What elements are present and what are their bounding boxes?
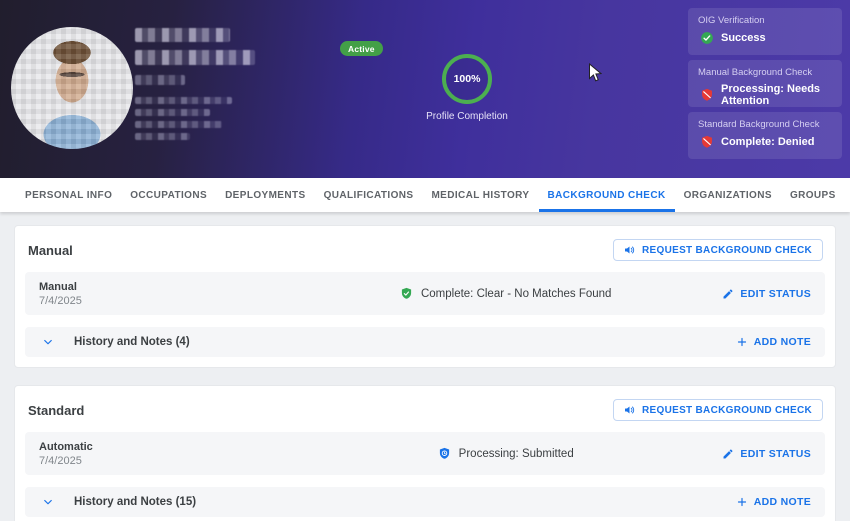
- standard-check-label: Standard Background Check: [698, 119, 820, 130]
- oig-verification-card: OIG Verification Success: [688, 8, 842, 55]
- shield-blocked-icon: [702, 88, 712, 101]
- status-badge: Active: [340, 41, 383, 56]
- pencil-icon: [723, 449, 733, 458]
- mouse-cursor: [589, 63, 602, 82]
- history-notes-row: History and Notes (15) ADD NOTE: [25, 487, 825, 517]
- campaign-icon: [625, 406, 635, 414]
- check-status-row: Manual 7/4/2025 Complete: Clear - No Mat…: [25, 272, 825, 315]
- manual-background-check-card: Manual Background Check Processing: Need…: [688, 60, 842, 107]
- redacted-name-block: [135, 28, 265, 140]
- tab-consent[interactable]: CONSENT: [845, 178, 850, 212]
- chevron-down-icon[interactable]: [42, 336, 54, 348]
- manual-check-status: Processing: Needs Attention: [721, 83, 821, 107]
- standard-section-card: Standard REQUEST BACKGROUND CHECK Automa…: [14, 385, 836, 521]
- plus-icon: [737, 497, 746, 507]
- redacted-last-name: [135, 50, 255, 65]
- history-notes-row: History and Notes (4) ADD NOTE: [25, 327, 825, 357]
- section-title: Standard: [28, 402, 85, 418]
- chevron-down-icon[interactable]: [42, 496, 54, 508]
- tab-qualifications[interactable]: QUALIFICATIONS: [315, 178, 423, 212]
- standard-background-check-card: Standard Background Check Complete: Deni…: [688, 112, 842, 159]
- standard-check-status: Complete: Denied: [721, 136, 815, 148]
- manual-check-label: Manual Background Check: [698, 67, 813, 78]
- oig-verification-status: Success: [721, 32, 766, 44]
- edit-status-button[interactable]: EDIT STATUS: [722, 448, 811, 460]
- pencil-icon: [723, 289, 733, 298]
- profile-page: Active 100% Profile Completion OIG Verif…: [0, 0, 850, 521]
- check-type: Automatic: [39, 440, 93, 453]
- redacted-first-name: [135, 28, 230, 42]
- profile-header: Active 100% Profile Completion OIG Verif…: [0, 0, 850, 178]
- tab-medical-history[interactable]: MEDICAL HISTORY: [422, 178, 538, 212]
- tab-background-check[interactable]: BACKGROUND CHECK: [539, 178, 675, 212]
- history-notes-label[interactable]: History and Notes (4): [74, 336, 190, 348]
- completion-percent: 100%: [453, 73, 481, 85]
- check-status-row: Automatic 7/4/2025 Processing: Submitted: [25, 432, 825, 475]
- request-background-check-button[interactable]: REQUEST BACKGROUND CHECK: [613, 399, 823, 421]
- redacted-detail-line: [135, 133, 190, 140]
- check-date: 7/4/2025: [39, 454, 82, 467]
- check-date: 7/4/2025: [39, 294, 82, 307]
- profile-tabbar: PERSONAL INFO OCCUPATIONS DEPLOYMENTS QU…: [0, 178, 850, 212]
- background-check-panel: Manual REQUEST BACKGROUND CHECK Manual 7…: [0, 212, 850, 521]
- tab-personal-info[interactable]: PERSONAL INFO: [16, 178, 121, 212]
- manual-section-card: Manual REQUEST BACKGROUND CHECK Manual 7…: [14, 225, 836, 368]
- shield-blocked-icon: [702, 135, 712, 148]
- edit-status-button[interactable]: EDIT STATUS: [722, 288, 811, 300]
- add-note-button[interactable]: ADD NOTE: [736, 336, 811, 348]
- tab-groups[interactable]: GROUPS: [781, 178, 845, 212]
- shield-check-icon: [401, 287, 412, 299]
- redacted-detail-line: [135, 109, 210, 116]
- plus-icon: [737, 337, 746, 347]
- profile-photo: [11, 27, 133, 149]
- tab-occupations[interactable]: OCCUPATIONS: [121, 178, 216, 212]
- request-background-check-button[interactable]: REQUEST BACKGROUND CHECK: [613, 239, 823, 261]
- verification-summary-panel: OIG Verification Success Manual Backgrou…: [688, 8, 842, 159]
- check-status-text: Processing: Submitted: [458, 447, 574, 460]
- section-title: Manual: [28, 242, 73, 258]
- completion-ring: 100%: [442, 54, 492, 104]
- add-note-button[interactable]: ADD NOTE: [736, 496, 811, 508]
- profile-completion: 100% Profile Completion: [407, 54, 527, 122]
- oig-verification-label: OIG Verification: [698, 15, 765, 26]
- redacted-detail-line: [135, 97, 232, 104]
- check-type: Manual: [39, 280, 77, 293]
- check-circle-icon: [701, 32, 713, 44]
- shield-pending-icon: [439, 447, 449, 459]
- redacted-detail-line: [135, 121, 222, 128]
- tab-deployments[interactable]: DEPLOYMENTS: [216, 178, 315, 212]
- redacted-id: [135, 75, 185, 85]
- completion-label: Profile Completion: [426, 111, 508, 122]
- history-notes-label[interactable]: History and Notes (15): [74, 496, 196, 508]
- campaign-icon: [625, 246, 635, 254]
- tab-organizations[interactable]: ORGANIZATIONS: [675, 178, 781, 212]
- check-status-text: Complete: Clear - No Matches Found: [420, 287, 612, 300]
